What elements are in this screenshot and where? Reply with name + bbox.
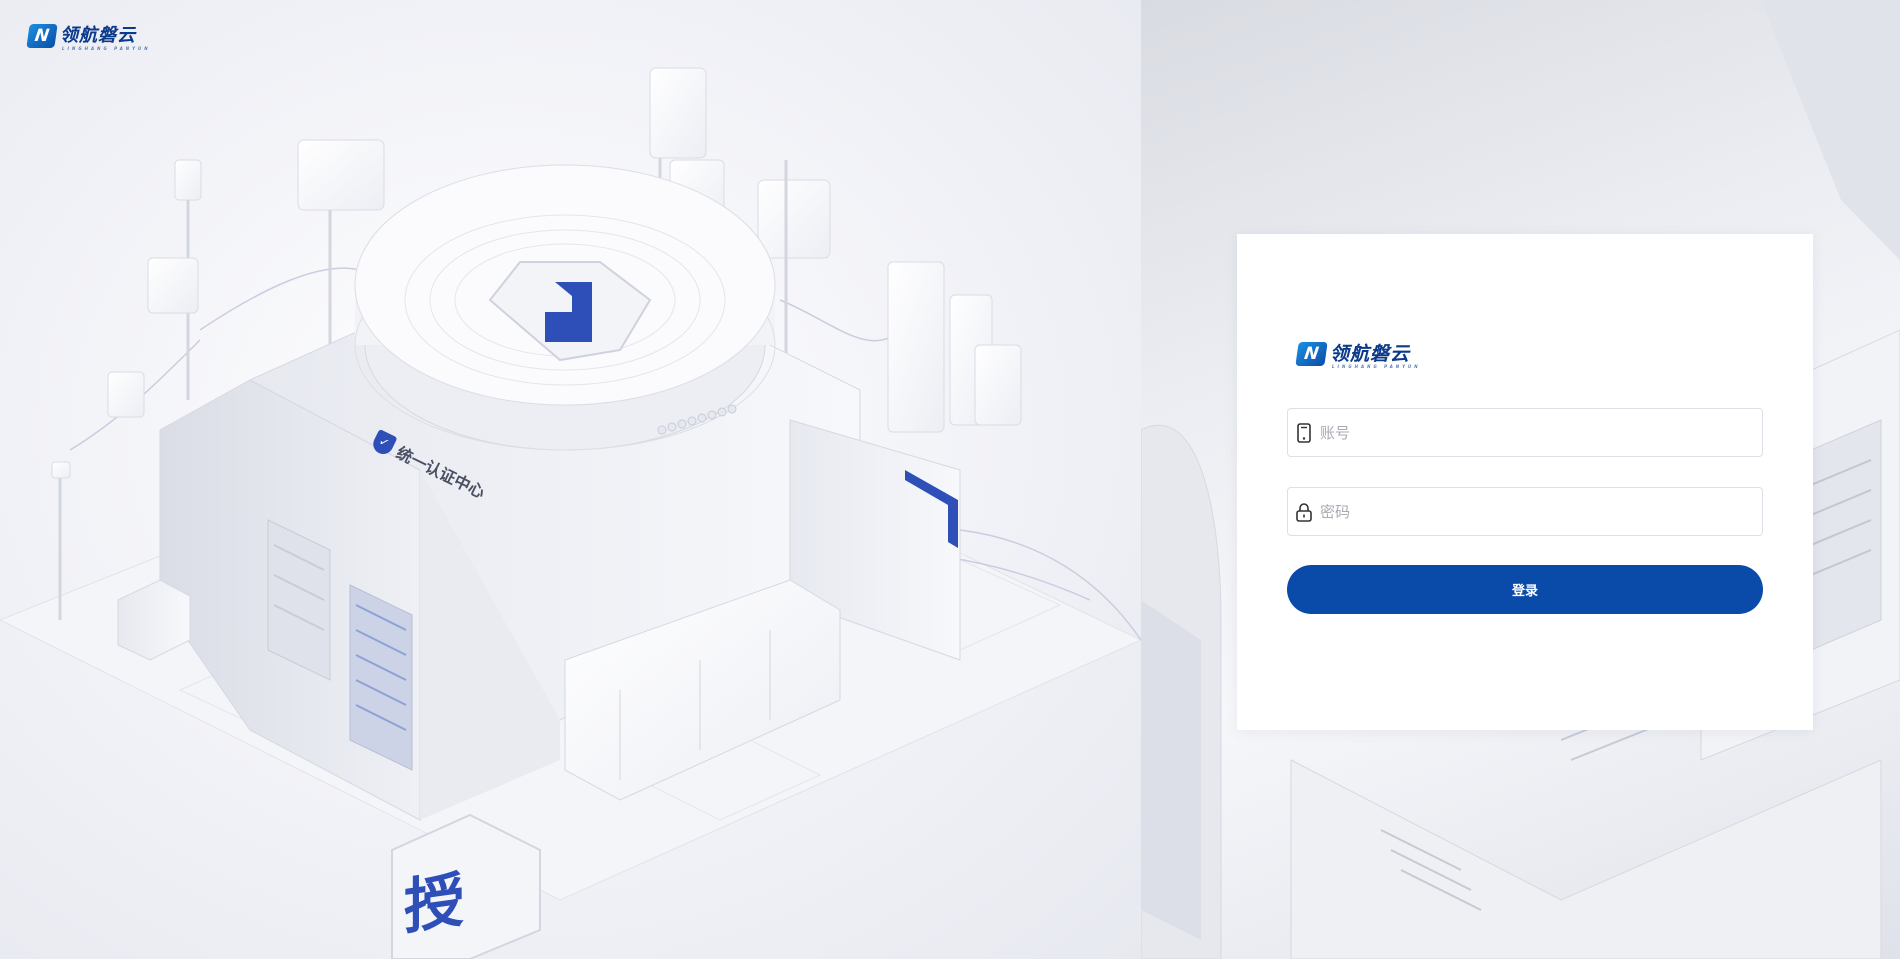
password-input[interactable] <box>1320 488 1762 535</box>
hero-illustration: ✓ 统一认证中心 授 N 领航磐云 LINGHANG PANYUN <box>0 0 1141 959</box>
account-field[interactable] <box>1287 408 1763 457</box>
brand-logo: N 领航磐云 LINGHANG PANYUN <box>26 24 148 51</box>
brand-mark-icon: N <box>1295 342 1328 366</box>
login-card: N 领航磐云 LINGHANG PANYUN 账号 登录 <box>1237 234 1813 730</box>
authorization-shield-glyph: 授 <box>404 864 464 944</box>
brand-tagline: LINGHANG PANYUN <box>62 46 151 51</box>
password-field[interactable] <box>1287 487 1763 536</box>
phone-icon <box>1288 409 1320 456</box>
brand-name-text: 领航磐云 <box>60 25 136 46</box>
account-input[interactable] <box>1320 409 1762 456</box>
lock-icon <box>1288 488 1320 535</box>
brand-name: 领航磐云 LINGHANG PANYUN <box>1330 342 1418 368</box>
brand-name: 领航磐云 LINGHANG PANYUN <box>60 25 148 51</box>
isometric-building-art <box>0 67 1141 959</box>
login-button[interactable]: 登录 <box>1287 565 1763 614</box>
brand-name-text: 领航磐云 <box>1330 342 1411 365</box>
brand-tagline: LINGHANG PANYUN <box>1332 363 1421 369</box>
brand-mark-icon: N <box>26 24 58 48</box>
login-page: ✓ 统一认证中心 授 N 领航磐云 LINGHANG PANYUN N 领航磐云… <box>0 0 1900 959</box>
login-brand-logo: N 领航磐云 LINGHANG PANYUN <box>1295 342 1418 368</box>
